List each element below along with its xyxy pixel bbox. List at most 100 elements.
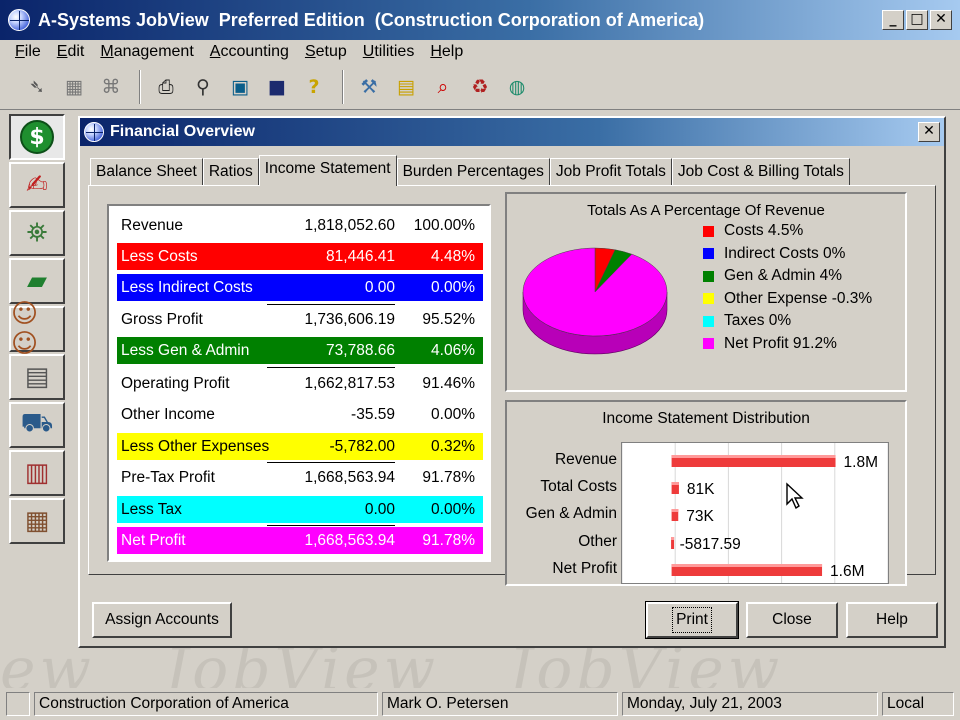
- income-row-percent: 4.06%: [431, 341, 475, 359]
- calculator-button[interactable]: ▦: [9, 498, 65, 544]
- save-icon[interactable]: ■: [264, 74, 290, 100]
- income-row-label: Gross Profit: [121, 310, 203, 328]
- bar-highlight: [671, 537, 675, 540]
- income-row-percent: 100.00%: [413, 216, 475, 234]
- income-statement-panel: Revenue 1,818,052.60 100.00% Less Costs 81,4…: [88, 185, 936, 586]
- help-icon[interactable]: ?: [301, 74, 327, 100]
- menu-management[interactable]: Management: [93, 43, 200, 61]
- bar-highlight: [671, 509, 679, 512]
- close-button[interactable]: Close: [746, 602, 838, 638]
- grid-icon[interactable]: ▦: [61, 74, 87, 100]
- income-statement-table: Revenue 1,818,052.60 100.00% Less Costs 81,4…: [107, 204, 491, 562]
- financial-overview-window: Financial Overview ✕ Balance Sheet Ratio…: [78, 116, 946, 648]
- status-mode: Local: [882, 692, 954, 716]
- edit-document-button[interactable]: ✍: [9, 162, 65, 208]
- tab-job-cost-billing-totals[interactable]: Job Cost & Billing Totals: [671, 158, 850, 186]
- income-row-percent: 0.00%: [431, 500, 475, 518]
- module-sidebar: $ ✍ ⛯ ▰ ☺☺ ▤ ⛟ ▥ ▦: [6, 112, 68, 544]
- income-row-percent: 0.00%: [431, 405, 475, 423]
- tab-job-profit-totals[interactable]: Job Profit Totals: [549, 158, 672, 186]
- globe-icon[interactable]: ◍: [504, 74, 530, 100]
- status-company: Construction Corporation of America: [34, 692, 378, 716]
- income-row: Less Gen & Admin 73,788.66 4.06%: [117, 337, 483, 364]
- child-close-button[interactable]: ✕: [918, 122, 940, 142]
- income-row-percent: 91.78%: [422, 531, 475, 549]
- income-row-amount: 0.00: [364, 278, 395, 296]
- tools-icon[interactable]: ⚒: [356, 74, 382, 100]
- financial-button[interactable]: $: [9, 114, 65, 160]
- app-globe-icon: [8, 9, 30, 31]
- people-button[interactable]: ☺☺: [9, 299, 65, 359]
- help-button[interactable]: Help: [846, 602, 938, 638]
- menu-accounting[interactable]: Accounting: [203, 43, 296, 61]
- tab-income-statement[interactable]: Income Statement: [258, 155, 397, 186]
- network-icon[interactable]: ⌘: [98, 74, 124, 100]
- minimize-button[interactable]: _: [882, 10, 904, 30]
- menu-file[interactable]: File: [8, 43, 48, 61]
- maximize-button[interactable]: □: [906, 10, 928, 30]
- income-row: Gross Profit 1,736,606.19 95.52%: [117, 306, 483, 333]
- menu-edit[interactable]: Edit: [50, 43, 92, 61]
- app-title-bar[interactable]: A-Systems JobView Preferred Edition (Con…: [0, 0, 960, 40]
- legend-swatch: [703, 315, 714, 327]
- pie-slice-net-profit: [522, 247, 668, 337]
- status-grip: [6, 692, 30, 716]
- bar-chart-panel: Income Statement Distribution Revenue Tot…: [505, 400, 907, 586]
- financial-icon: $: [20, 120, 54, 154]
- legend-label: Indirect Costs 0%: [724, 244, 846, 262]
- tab-balance-sheet[interactable]: Balance Sheet: [90, 158, 203, 186]
- search-icon[interactable]: ⌕: [430, 74, 456, 100]
- pie-chart-title: Totals As A Percentage Of Revenue: [587, 202, 825, 219]
- subtotal-rule: [267, 462, 395, 463]
- find-icon[interactable]: ⚲: [190, 74, 216, 100]
- print-button[interactable]: Print: [645, 601, 739, 639]
- pointer-icon[interactable]: ➴: [24, 74, 50, 100]
- calculator-icon: ▦: [24, 506, 50, 536]
- menu-setup[interactable]: Setup: [298, 43, 354, 61]
- income-row-percent: 91.46%: [422, 374, 475, 392]
- income-row-percent: 4.48%: [431, 247, 475, 265]
- forms-icon: ▤: [24, 362, 50, 392]
- equipment-button[interactable]: ⛟: [9, 402, 65, 448]
- legend-swatch: [703, 270, 714, 282]
- window-globe-icon: [84, 122, 104, 142]
- bar-chart-title: Income Statement Distribution: [602, 410, 810, 427]
- menu-utilities[interactable]: Utilities: [356, 43, 422, 61]
- purchase-order-button[interactable]: ▥: [9, 450, 65, 496]
- pie-legend: Costs 4.5% Indirect Costs 0% Gen & Admin 4…: [703, 220, 872, 355]
- legend-item: Gen & Admin 4%: [703, 265, 872, 288]
- subtotal-rule: [267, 525, 395, 526]
- bar-data-label: -5817.59: [680, 536, 741, 553]
- legend-label: Net Profit 91.2%: [724, 334, 837, 352]
- app-title: A-Systems JobView Preferred Edition (Con…: [38, 9, 705, 30]
- legend-label: Taxes 0%: [724, 312, 792, 330]
- bar-chart: 1.8M 81K 73K -5817.59 1.6M: [621, 443, 889, 583]
- legend-item: Net Profit 91.2%: [703, 333, 872, 356]
- tab-strip: Balance Sheet Ratios Income Statement Bu…: [90, 155, 850, 186]
- tab-ratios[interactable]: Ratios: [202, 158, 259, 186]
- bar-data-label: 73K: [686, 508, 714, 525]
- income-row-amount: 1,662,817.53: [304, 374, 395, 392]
- income-row-percent: 95.52%: [422, 310, 475, 328]
- bar-data-label: 1.6M: [830, 563, 864, 580]
- trash-icon[interactable]: ♻: [467, 74, 493, 100]
- legend-label: Other Expense -0.3%: [724, 289, 873, 307]
- printer-icon[interactable]: ⎙: [153, 74, 179, 100]
- money-button[interactable]: ▰: [9, 258, 65, 304]
- child-title-bar[interactable]: Financial Overview ✕: [80, 118, 944, 146]
- income-row-amount: 73,788.66: [326, 341, 395, 359]
- forms-button[interactable]: ▤: [9, 354, 65, 400]
- monitor-icon[interactable]: ▣: [227, 74, 253, 100]
- assign-accounts-button[interactable]: Assign Accounts: [92, 602, 232, 638]
- legend-label: Gen & Admin 4%: [724, 267, 843, 285]
- pie-chart-panel: Totals As A Percentage Of Revenue Costs …: [505, 192, 907, 392]
- menu-help[interactable]: Help: [423, 43, 470, 61]
- child-title: Financial Overview: [110, 123, 255, 140]
- satellite-button[interactable]: ⛯: [9, 210, 65, 256]
- document-icon[interactable]: ▤: [393, 74, 419, 100]
- bar-category-label: Other: [578, 533, 617, 550]
- income-row: Operating Profit 1,662,817.53 91.46%: [117, 370, 483, 397]
- close-window-button[interactable]: ✕: [930, 10, 952, 30]
- income-row-percent: 0.00%: [431, 278, 475, 296]
- tab-burden-percentages[interactable]: Burden Percentages: [396, 158, 550, 186]
